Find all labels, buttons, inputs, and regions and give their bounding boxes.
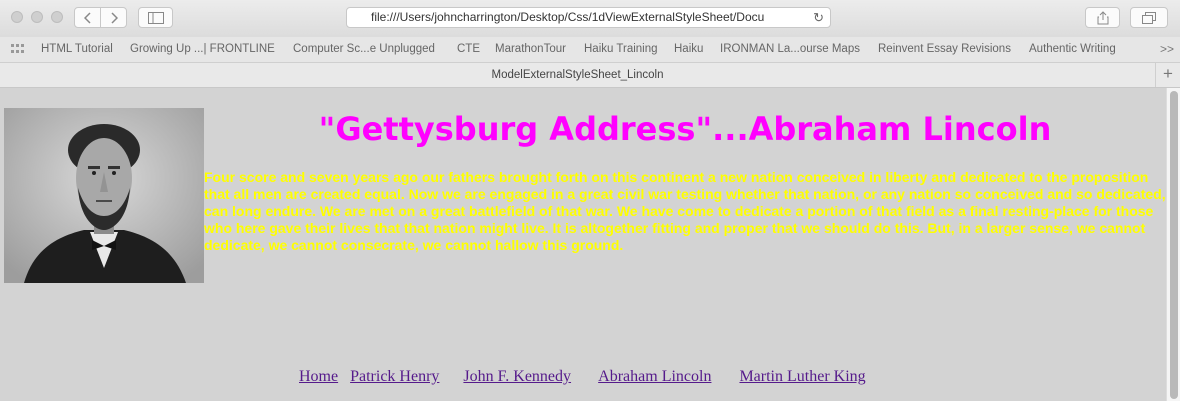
nav-link-martin-luther-king[interactable]: Martin Luther King: [739, 368, 865, 385]
share-button[interactable]: [1085, 7, 1120, 28]
lincoln-portrait-image: [4, 108, 204, 283]
address-text: file:///Users/johncharrington/Desktop/Cs…: [371, 10, 765, 24]
bookmarks-bar: HTML Tutorial Growing Up ...| FRONTLINE …: [0, 37, 1180, 63]
bookmark-item[interactable]: Authentic Writing: [1029, 43, 1116, 55]
bookmark-item[interactable]: Growing Up ...| FRONTLINE: [130, 43, 275, 55]
chevron-left-icon: [83, 11, 91, 24]
scrollbar-thumb[interactable]: [1170, 91, 1178, 399]
grid-icon[interactable]: [11, 43, 25, 55]
bookmark-item[interactable]: IRONMAN La...ourse Maps: [720, 43, 860, 55]
tabs-icon: [1142, 11, 1156, 24]
gettysburg-address-text: Four score and seven years ago our fathe…: [204, 169, 1166, 253]
bookmarks-overflow-button[interactable]: >>: [1160, 42, 1174, 56]
page-heading: "Gettysburg Address"...Abraham Lincoln: [318, 110, 1052, 148]
vertical-scrollbar[interactable]: [1166, 88, 1180, 401]
lincoln-portrait: [4, 108, 204, 283]
bookmark-item[interactable]: Haiku Training: [584, 43, 658, 55]
tab-bar: ModelExternalStyleSheet_Lincoln +: [0, 63, 1180, 88]
site-navigation: Home Patrick Henry John F. Kennedy Abrah…: [299, 368, 866, 386]
bookmark-item[interactable]: MarathonTour: [495, 43, 566, 55]
address-bar[interactable]: file:///Users/johncharrington/Desktop/Cs…: [346, 7, 831, 28]
sidebar-icon: [147, 11, 164, 24]
bookmark-item[interactable]: Computer Sc...e Unplugged: [293, 43, 435, 55]
chevron-right-icon: [110, 11, 118, 24]
bookmark-item[interactable]: HTML Tutorial: [41, 43, 113, 55]
minimize-window-button[interactable]: [31, 11, 43, 23]
nav-link-abraham-lincoln[interactable]: Abraham Lincoln: [598, 368, 711, 385]
share-icon: [1097, 10, 1108, 24]
bookmark-item[interactable]: Reinvent Essay Revisions: [878, 43, 1011, 55]
forward-button[interactable]: [100, 7, 127, 28]
page-viewport: "Gettysburg Address"...Abraham Lincoln F…: [0, 88, 1166, 401]
sidebar-toggle-button[interactable]: [138, 7, 173, 28]
bookmark-item[interactable]: CTE: [457, 43, 480, 55]
zoom-window-button[interactable]: [51, 11, 63, 23]
nav-link-patrick-henry[interactable]: Patrick Henry: [350, 368, 439, 385]
nav-link-john-f-kennedy[interactable]: John F. Kennedy: [463, 368, 571, 385]
reload-icon[interactable]: ↻: [813, 8, 824, 27]
bookmark-item[interactable]: Haiku: [674, 43, 703, 55]
show-tabs-button[interactable]: [1130, 7, 1168, 28]
new-tab-button[interactable]: +: [1155, 63, 1180, 87]
back-button[interactable]: [74, 7, 101, 28]
tab-title[interactable]: ModelExternalStyleSheet_Lincoln: [0, 69, 1155, 81]
nav-link-home[interactable]: Home: [299, 368, 338, 385]
browser-toolbar: file:///Users/johncharrington/Desktop/Cs…: [0, 0, 1180, 37]
close-window-button[interactable]: [11, 11, 23, 23]
